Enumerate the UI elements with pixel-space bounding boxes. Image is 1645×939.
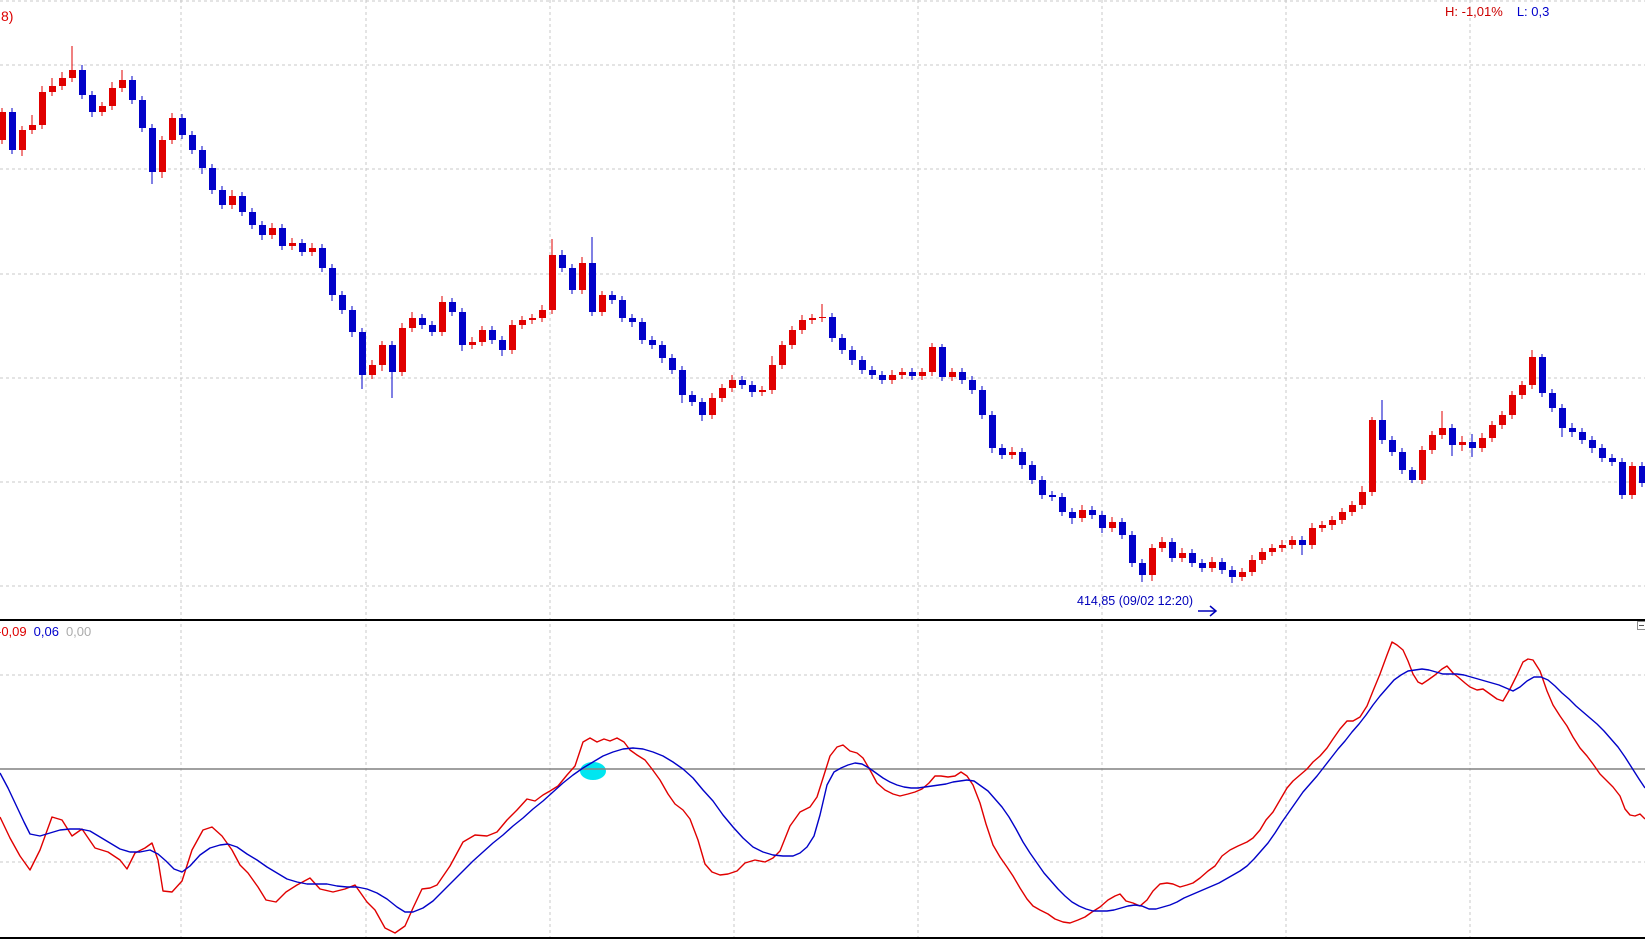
panel-collapse-button[interactable] xyxy=(1637,621,1645,630)
minimize-icon xyxy=(1639,625,1644,626)
candlestick-layer xyxy=(0,46,1645,583)
chart-canvas[interactable] xyxy=(0,0,1645,939)
oscillator-lines-layer xyxy=(0,642,1645,933)
low-change-label: L: 0,3 xyxy=(1517,4,1550,19)
oscillator-hist-value: 0,00 xyxy=(66,624,91,639)
highlight-marker-layer[interactable] xyxy=(580,762,606,780)
high-change-label: H: -1,01% xyxy=(1445,4,1503,19)
trading-chart-window: 8) H: -1,01%L: 0,3 414,85 (09/02 12:20) … xyxy=(0,0,1645,939)
price-label-arrow-icon[interactable] xyxy=(1198,606,1216,616)
symbol-label-fragment: 8) xyxy=(1,9,13,24)
price-time-annotation[interactable]: 414,85 (09/02 12:20) xyxy=(1077,594,1193,609)
oscillator-main-value: -0,09 xyxy=(0,624,27,639)
high-low-readout: H: -1,01% L: 0,3 xyxy=(1445,4,1563,19)
gridlines-layer xyxy=(0,0,1645,939)
oscillator-value-readout: -0,09 0,06 0,00 xyxy=(0,624,98,639)
oscillator-signal-value: 0,06 xyxy=(34,624,59,639)
